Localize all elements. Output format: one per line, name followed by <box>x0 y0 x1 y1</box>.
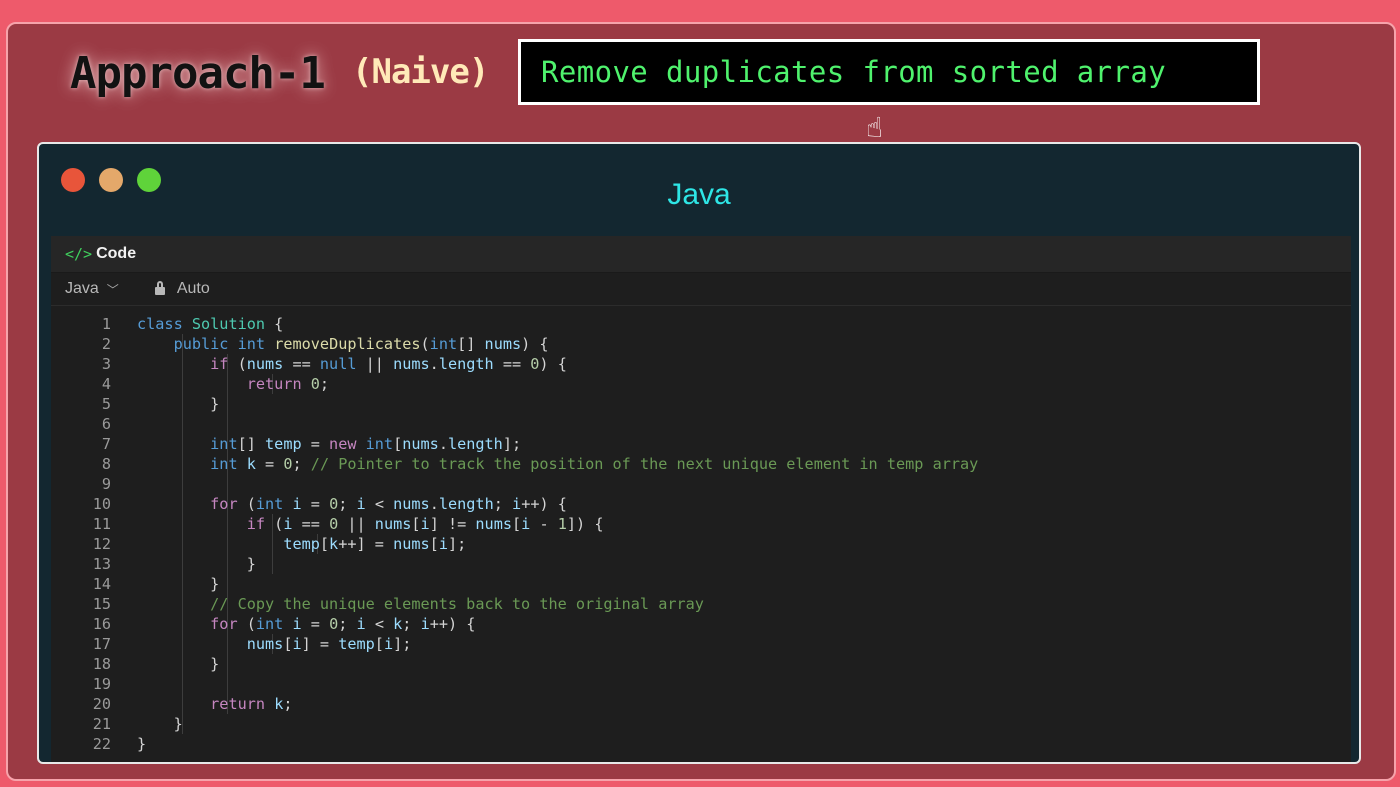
code-text: int k = 0; // Pointer to track the posit… <box>210 455 979 473</box>
code-text: if (nums == null || nums.length == 0) { <box>210 355 567 373</box>
code-line[interactable]: 7 int[] temp = new int[nums.length]; <box>51 434 1351 454</box>
line-number: 13 <box>92 555 111 573</box>
line-number: 1 <box>101 315 111 333</box>
language-select-value: Java <box>65 280 99 297</box>
code-text: } <box>137 735 147 753</box>
window-title: Java <box>667 178 731 211</box>
line-number: 22 <box>92 735 111 753</box>
hand-cursor-icon: ☝ <box>866 111 884 144</box>
code-text: } <box>137 555 256 573</box>
line-number: 3 <box>101 355 111 373</box>
line-number: 14 <box>92 575 111 593</box>
code-line[interactable]: 16 for (int i = 0; i < k; i++) { <box>51 614 1351 634</box>
line-number: 9 <box>101 475 111 493</box>
code-text: class Solution { <box>137 315 284 333</box>
code-line[interactable]: 8 int k = 0; // Pointer to track the pos… <box>51 454 1351 474</box>
line-number: 11 <box>92 515 111 533</box>
code-line[interactable]: 1 class Solution { <box>51 314 1351 334</box>
code-text: for (int i = 0; i < k; i++) { <box>210 615 476 633</box>
code-text: } <box>137 655 220 673</box>
line-number: 21 <box>92 715 111 733</box>
line-number: 18 <box>92 655 111 673</box>
line-number: 2 <box>101 335 111 353</box>
code-text: for (int i = 0; i < nums.length; i++) { <box>210 495 567 513</box>
code-line[interactable]: 3 if (nums == null || nums.length == 0) … <box>51 354 1351 374</box>
code-text: } <box>137 395 220 413</box>
code-line[interactable]: 17 nums[i] = temp[i]; <box>51 634 1351 654</box>
code-line[interactable]: 6 <box>51 414 1351 434</box>
tab-code[interactable]: </> Code <box>51 236 1351 273</box>
code-window: Java </> Code Java ﹀ Auto 1 class Solutio… <box>37 142 1361 764</box>
code-text: int[] temp = new int[nums.length]; <box>210 435 522 453</box>
editor-toolbar: Java ﹀ Auto <box>51 273 1351 306</box>
code-lines[interactable]: 1 class Solution {2 public int removeDupl… <box>51 306 1351 754</box>
code-line[interactable]: 18 } <box>51 654 1351 674</box>
line-number: 8 <box>101 455 111 473</box>
tab-code-label: Code <box>96 245 137 262</box>
code-line[interactable]: 19 <box>51 674 1351 694</box>
code-line[interactable]: 9 <box>51 474 1351 494</box>
code-line[interactable]: 11 if (i == 0 || nums[i] != nums[i - 1])… <box>51 514 1351 534</box>
code-text: nums[i] = temp[i]; <box>246 635 412 653</box>
code-text: } <box>137 715 183 733</box>
code-line[interactable]: 4 return 0; <box>51 374 1351 394</box>
naive-label: (Naive) <box>352 52 489 92</box>
code-text: // Copy the unique elements back to the … <box>210 595 704 613</box>
line-number: 19 <box>92 675 111 693</box>
code-line[interactable]: 5 } <box>51 394 1351 414</box>
auto-mode-label: Auto <box>176 280 210 297</box>
line-number: 10 <box>92 495 111 513</box>
line-number: 17 <box>92 635 111 653</box>
line-number: 5 <box>101 395 111 413</box>
code-text: if (i == 0 || nums[i] != nums[i - 1]) { <box>246 515 604 533</box>
code-text: } <box>137 575 220 593</box>
code-line[interactable]: 14 } <box>51 574 1351 594</box>
code-text: public int removeDuplicates(int[] nums) … <box>173 335 549 353</box>
code-editor: </> Code Java ﹀ Auto 1 class Solution {2 … <box>51 236 1351 762</box>
code-line[interactable]: 2 public int removeDuplicates(int[] nums… <box>51 334 1351 354</box>
line-number: 16 <box>92 615 111 633</box>
code-line[interactable]: 12 temp[k++] = nums[i]; <box>51 534 1351 554</box>
line-number: 20 <box>92 695 111 713</box>
chevron-down-icon: ﹀ <box>106 282 119 297</box>
code-text: temp[k++] = nums[i]; <box>283 535 467 553</box>
language-select[interactable]: Java ﹀ <box>65 280 119 298</box>
code-text: return 0; <box>246 375 330 393</box>
line-number: 6 <box>101 415 111 433</box>
code-line[interactable]: 10 for (int i = 0; i < nums.length; i++)… <box>51 494 1351 514</box>
code-text: return k; <box>210 695 293 713</box>
line-number: 12 <box>92 535 111 553</box>
lock-icon <box>154 281 165 295</box>
line-number: 7 <box>101 435 111 453</box>
line-number: 4 <box>101 375 111 393</box>
line-number: 15 <box>92 595 111 613</box>
code-line[interactable]: 20 return k; <box>51 694 1351 714</box>
code-line[interactable]: 15 // Copy the unique elements back to t… <box>51 594 1351 614</box>
approach-heading: Approach-1 <box>70 48 326 99</box>
code-line[interactable]: 22} <box>51 734 1351 754</box>
auto-mode[interactable]: Auto <box>154 280 210 298</box>
code-line[interactable]: 13 } <box>51 554 1351 574</box>
code-line[interactable]: 21 } <box>51 714 1351 734</box>
code-icon: </> <box>65 245 93 263</box>
problem-title: Remove duplicates from sorted array <box>518 39 1260 105</box>
